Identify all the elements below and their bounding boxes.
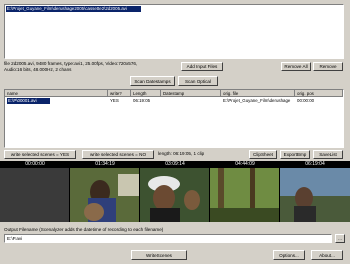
scenes-list[interactable]: name write? Length Datestamp orig. file …: [4, 89, 344, 148]
browse-button[interactable]: ...: [335, 234, 345, 243]
output-filename-field[interactable]: E:\P.avi: [4, 234, 332, 243]
cell-orig-pos: 00:00:00: [297, 98, 315, 103]
scan-datestamps-button[interactable]: Scan Datestamps: [130, 76, 175, 86]
savelist-button[interactable]: SaveList: [313, 150, 343, 159]
length-summary: length: 06:19:05, 1 clip: [158, 151, 205, 156]
options-button[interactable]: Options...: [273, 250, 305, 260]
writescenes-button[interactable]: WriteScenes: [131, 250, 187, 260]
thumbnail-3[interactable]: [210, 168, 279, 222]
input-file-item[interactable]: E:\Projet_Guyane_Film\derushage2005\cass…: [6, 6, 141, 12]
thumbnail-image: [280, 168, 350, 222]
thumbnail-4[interactable]: [280, 168, 350, 222]
timecode-4: 06:19:04: [305, 161, 325, 167]
thumbnail-2[interactable]: [140, 168, 209, 222]
output-filename-value: E:\P.avi: [7, 236, 23, 241]
thumbnail-1[interactable]: [70, 168, 139, 222]
column-header-write[interactable]: write?: [108, 90, 131, 97]
thumbnail-0[interactable]: [0, 168, 69, 222]
column-header-orig-pos[interactable]: orig. pos: [295, 90, 343, 97]
cell-name: E:\P\00001.avi: [7, 98, 50, 104]
timecode-1: 01:34:19: [95, 161, 115, 167]
thumbnail-image: [140, 168, 209, 222]
column-header-name[interactable]: name: [5, 90, 108, 97]
about-button[interactable]: About...: [311, 250, 343, 260]
file-info-line2: Audio:16 bits, 48.000Hz, 2 chans: [4, 67, 72, 72]
clipsheet-button[interactable]: ClipSheet: [249, 150, 277, 159]
write-selected-yes-button[interactable]: write selected scenes = YES: [4, 150, 76, 159]
timecode-2: 03:09:14: [165, 161, 185, 167]
table-row[interactable]: E:\P\00001.avi YES 06:19:05 E:\Projet_Gu…: [5, 98, 343, 104]
add-input-files-button[interactable]: Add Input Files: [181, 62, 223, 71]
timecode-0: 00:00:00: [25, 161, 45, 167]
cell-length: 06:19:05: [133, 98, 151, 103]
remove-button[interactable]: Remove: [313, 62, 343, 71]
exportbmp-button[interactable]: ExportBmp: [280, 150, 310, 159]
cell-write: YES: [110, 98, 119, 103]
remove-all-button[interactable]: Remove All: [281, 62, 311, 71]
column-header-length[interactable]: Length: [131, 90, 161, 97]
scan-optical-button[interactable]: Scan Optical: [178, 76, 218, 86]
column-header-orig-file[interactable]: orig. file: [221, 90, 295, 97]
column-header-datestamp[interactable]: Datestamp: [161, 90, 221, 97]
timecode-3: 04:44:09: [235, 161, 255, 167]
cell-orig-file: E:\Projet_Guyane_Film\derushage: [223, 98, 291, 103]
input-files-list[interactable]: E:\Projet_Guyane_Film\derushage2005\cass…: [4, 4, 344, 59]
output-filename-label: Output Filename (Scenalyzer adds the dat…: [4, 227, 164, 232]
thumbnail-image: [70, 168, 139, 222]
write-selected-no-button[interactable]: write selected scenes = NO: [82, 150, 154, 159]
thumbnail-image: [210, 168, 279, 222]
